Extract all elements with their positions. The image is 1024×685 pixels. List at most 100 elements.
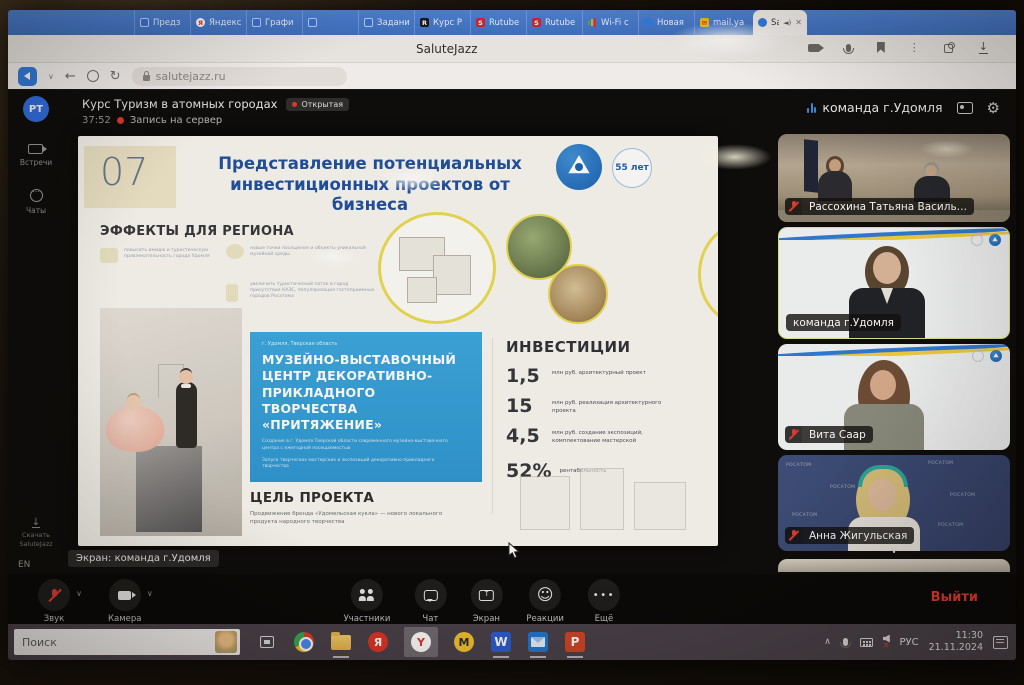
chats-icon — [30, 189, 43, 202]
sidebar-item-chats[interactable]: Чаты — [26, 189, 46, 215]
gear-icon[interactable]: ⚙ — [987, 101, 1000, 115]
sidebar-download[interactable]: ↓ Скачать SaluteJazz — [8, 518, 64, 548]
tab-obscured[interactable] — [302, 10, 358, 35]
tray-volume-muted-icon[interactable]: ✕ — [883, 635, 890, 650]
dolls-photo — [100, 308, 242, 536]
back-icon[interactable]: ← — [65, 69, 76, 84]
shelf-sketch-illustration — [510, 468, 696, 538]
project-location: г. Удомля, Тверская область — [262, 341, 470, 347]
tray-clock[interactable]: 11:30 21.11.2024 — [929, 630, 983, 654]
slide-title: Представление потенциальных инвестиционн… — [198, 154, 542, 216]
project-name: МУЗЕЙНО-ВЫСТАВОЧНЫЙ ЦЕНТР ДЕКОРАТИВНО- П… — [262, 352, 470, 433]
yandex-search-button[interactable]: Я — [367, 631, 389, 653]
url-field[interactable]: salutejazz.ru — [132, 67, 347, 86]
leave-button[interactable]: Выйти — [931, 590, 978, 605]
keyboard-lang: EN — [18, 560, 30, 570]
mic-muted-icon — [785, 198, 802, 215]
notification-center-icon[interactable] — [993, 636, 1008, 649]
rosatom-mini-logo — [989, 234, 1001, 246]
more-button[interactable]: ••• Ещё — [588, 579, 620, 624]
salutejazz-icon — [758, 18, 767, 27]
chevron-down-icon[interactable]: ∨ — [48, 72, 54, 81]
more-participants-arrow[interactable]: ∨ — [890, 543, 898, 556]
tray-keyboard-icon[interactable] — [860, 638, 873, 647]
investment-desc: млн руб. архитектурный проект — [552, 370, 670, 378]
tab-yandex[interactable]: ЯЯндекс — [190, 10, 246, 35]
investments-heading: ИНВЕСТИЦИИ — [506, 338, 702, 356]
chevron-icon[interactable]: ∨ — [147, 589, 153, 598]
tab-zadani[interactable]: Задани — [358, 10, 414, 35]
bookmark-icon[interactable] — [877, 42, 885, 53]
doc-icon — [140, 18, 149, 27]
extensions-icon[interactable] — [944, 42, 955, 53]
tab-salutejazz-active[interactable]: Sa◄)✕ — [753, 10, 807, 35]
effect-item: повысить имидж и туристическую привлекат… — [124, 248, 216, 260]
s-icon: S — [532, 18, 541, 27]
recording-dot-icon — [117, 117, 124, 124]
task-view-button[interactable] — [256, 631, 278, 653]
browser-tab-strip: Предз ЯЯндекс Графи Задани RКурс Р SRutu… — [8, 10, 1016, 35]
active-speaker-icon — [807, 103, 817, 113]
participant-name: команда г.Удомля — [786, 314, 901, 331]
profile-icon[interactable] — [87, 70, 99, 82]
tab-close-icon[interactable]: ✕ — [795, 18, 802, 27]
doc-icon — [364, 18, 373, 27]
tab-kurs[interactable]: RКурс Р — [414, 10, 470, 35]
menu-dots-icon[interactable]: ⋮ — [909, 41, 920, 54]
more-dots-icon: ••• — [593, 590, 615, 601]
photo-circle-2 — [548, 264, 608, 324]
monitor-screen: Предз ЯЯндекс Графи Задани RКурс Р SRutu… — [8, 10, 1016, 660]
slide-number: 07 — [100, 150, 148, 194]
sidebar-toggle-button[interactable] — [18, 67, 37, 86]
chat-button[interactable]: Чат — [414, 579, 446, 624]
mic-muted-icon — [47, 588, 61, 602]
investment-value: 1,5 — [506, 367, 544, 386]
tab-novaya[interactable]: Новая — [638, 10, 694, 35]
mic-permission-icon[interactable] — [846, 44, 851, 52]
reload-icon[interactable]: ↻ — [110, 69, 121, 84]
tray-expand-icon[interactable]: ∧ — [824, 637, 831, 647]
tab-wifi[interactable]: Wi-Fi с — [582, 10, 638, 35]
file-explorer-button[interactable] — [330, 631, 352, 653]
avatar[interactable]: РТ — [23, 96, 49, 122]
camera-permission-icon[interactable] — [808, 44, 820, 52]
participant-tile[interactable]: Рассохина Татьяна Василь… — [778, 134, 1010, 222]
sound-button[interactable]: ∨ Звук — [38, 579, 70, 624]
lock-icon — [143, 75, 150, 81]
participants-icon — [358, 589, 375, 601]
investments-section: ИНВЕСТИЦИИ 1,5 млн руб. архитектурный про… — [506, 338, 702, 481]
screen-share-icon — [479, 590, 494, 601]
tab-rutube-2[interactable]: SRutube — [526, 10, 582, 35]
tab-mail[interactable]: ✉mail.ya — [694, 10, 750, 35]
active-speaker-name: команда г.Удомля — [822, 100, 942, 115]
download-icon[interactable]: ↓ — [979, 42, 988, 54]
s-icon: S — [476, 18, 485, 27]
participants-button[interactable]: Участники — [344, 579, 391, 624]
sidebar-item-meetings[interactable]: Встречи — [20, 144, 52, 167]
chrome-button[interactable] — [293, 631, 315, 653]
participant-name: Вита Саар — [802, 426, 873, 443]
camera-button[interactable]: ∨ Камера — [108, 579, 142, 624]
participant-tile[interactable]: РОСАТОМ РОСАТОМ РОСАТОМ РОСАТОМ РОСАТОМ … — [778, 455, 1010, 551]
mail-button[interactable] — [527, 631, 549, 653]
windows-taskbar: Поиск Я Y M W P ∧ ✕ РУС 11:30 21.11.2024 — [8, 624, 1016, 660]
meeting-title: Курс Туризм в атомных городах — [82, 97, 277, 111]
participant-tile[interactable]: Вита Саар — [778, 344, 1010, 450]
contacts-icon[interactable] — [957, 102, 973, 114]
word-button[interactable]: W — [490, 631, 512, 653]
powerpoint-button[interactable]: P — [564, 631, 586, 653]
participant-tile-speaking[interactable]: команда г.Удомля — [778, 227, 1010, 339]
tab-predz[interactable]: Предз — [134, 10, 190, 35]
reactions-button[interactable]: ☺ Реакции — [526, 579, 564, 624]
mango-button[interactable]: M — [453, 631, 475, 653]
tray-language[interactable]: РУС — [899, 637, 918, 648]
chevron-icon[interactable]: ∨ — [76, 589, 82, 598]
yandex-browser-button[interactable]: Y — [404, 627, 438, 657]
search-input[interactable]: Поиск — [14, 629, 240, 655]
app-sidebar: РТ Встречи Чаты ↓ Скачать SaluteJazz EN — [8, 90, 64, 574]
tab-grafik[interactable]: Графи — [246, 10, 302, 35]
tab-rutube-1[interactable]: SRutube — [470, 10, 526, 35]
screen-share-button[interactable]: Экран — [470, 579, 502, 624]
effect-item: увеличить туристический поток в город пр… — [250, 282, 376, 301]
tray-mic-icon[interactable] — [843, 638, 848, 646]
